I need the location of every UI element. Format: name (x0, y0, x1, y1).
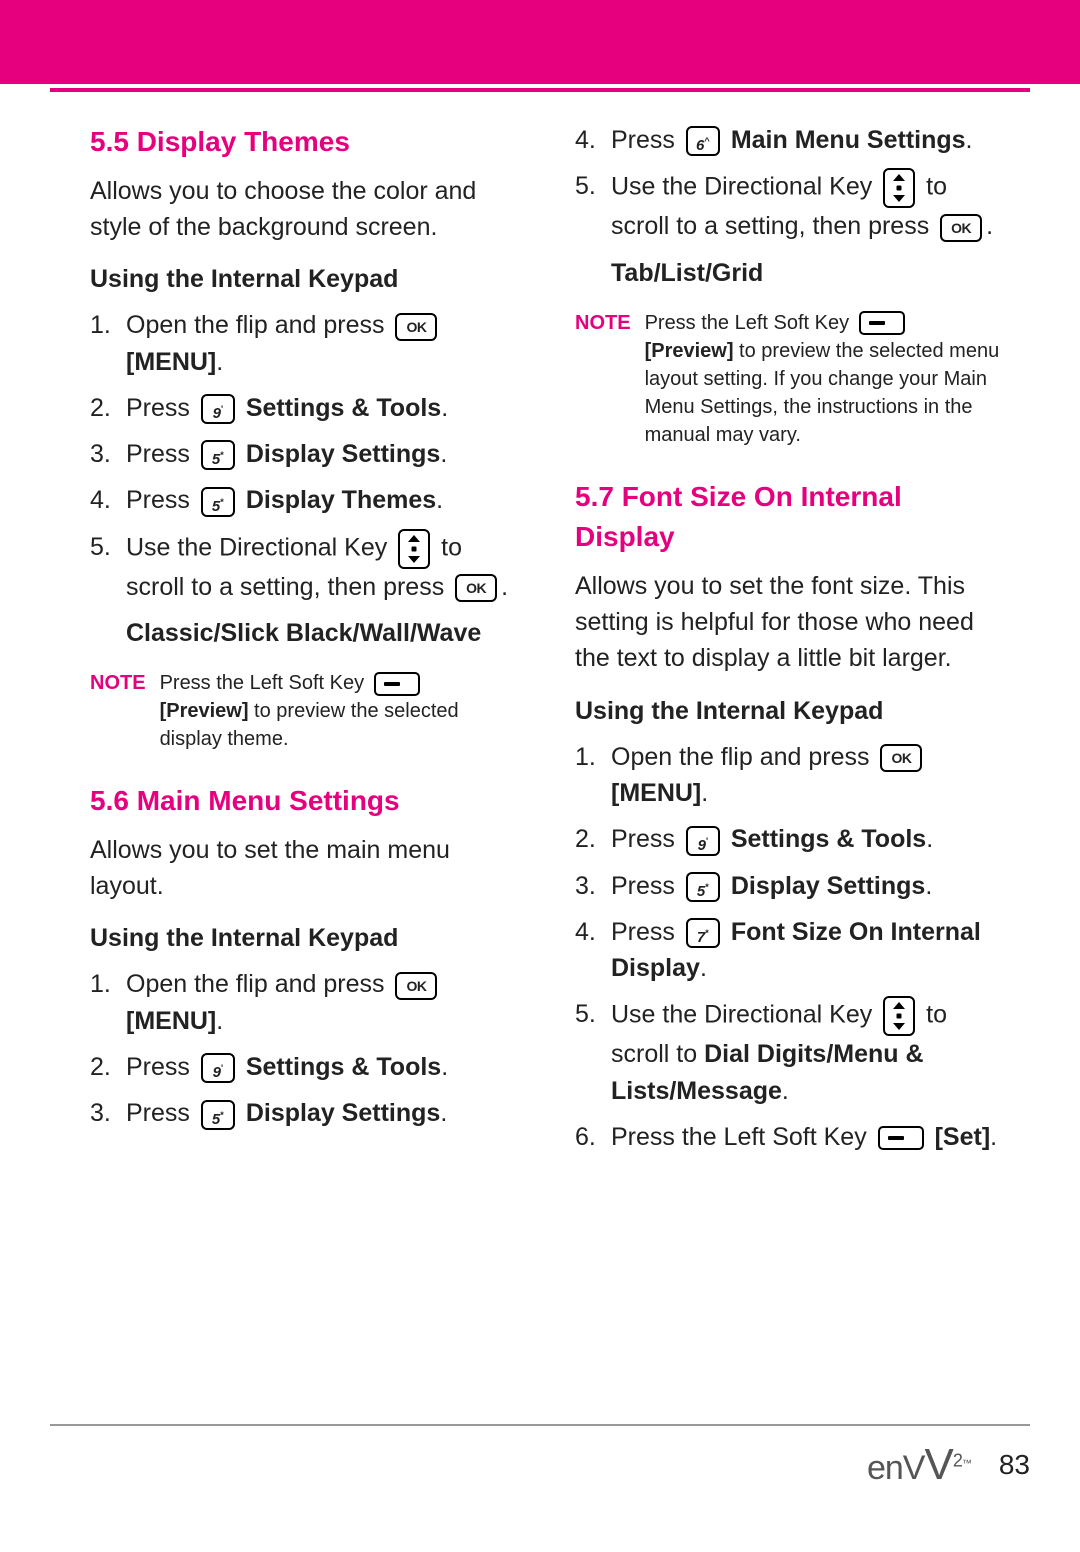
directional-key-icon (883, 168, 915, 208)
ok-icon: OK (395, 313, 437, 341)
step-5-5-4: Press 5* Display Themes. (90, 482, 515, 518)
soft-key-icon (859, 311, 905, 335)
steps-5-5: Open the flip and press OK [MENU]. Press… (90, 307, 515, 605)
directional-key-icon (398, 529, 430, 569)
step-5-5-5: Use the Directional Key to scroll to a s… (90, 529, 515, 605)
step-5-7-3: Press 5* Display Settings. (575, 868, 1000, 904)
ok-icon: OK (940, 214, 982, 242)
note-label: NOTE (575, 309, 631, 449)
text: Press (611, 872, 682, 900)
step-5-5-3: Press 5* Display Settings. (90, 436, 515, 472)
subhead-5-7: Using the Internal Keypad (575, 693, 1000, 729)
heading-font-size: 5.7 Font Size On Internal Display (575, 477, 1000, 558)
env-logo: enVV2™ (867, 1440, 971, 1490)
page-content: 5.5 Display Themes Allows you to choose … (0, 92, 1080, 1162)
text: Press the Left Soft Key (611, 1123, 874, 1151)
menu-label: [MENU] (126, 348, 216, 376)
text: Press (126, 486, 197, 514)
section-5-5: 5.5 Display Themes Allows you to choose … (90, 122, 515, 753)
subhead-5-6: Using the Internal Keypad (90, 920, 515, 956)
key-9-icon: 9' (201, 394, 235, 424)
menu-label: [MENU] (126, 1007, 216, 1035)
main-menu-settings-label: Main Menu Settings (731, 126, 966, 154)
subhead-5-5: Using the Internal Keypad (90, 261, 515, 297)
text: Press (126, 394, 197, 422)
menu-label: [MENU] (611, 779, 701, 807)
ok-icon: OK (880, 744, 922, 772)
key-5-icon: 5* (201, 1100, 235, 1130)
text: Use the Directional Key (126, 533, 394, 561)
header-bar (0, 0, 1080, 84)
display-themes-label: Display Themes (246, 486, 436, 514)
note-text: Press the Left Soft Key [Preview] to pre… (160, 669, 515, 753)
ok-icon: OK (395, 972, 437, 1000)
display-settings-label: Display Settings (246, 440, 441, 468)
settings-tools-label: Settings & Tools (246, 394, 441, 422)
settings-tools-label: Settings & Tools (246, 1053, 441, 1081)
text: Press (611, 126, 682, 154)
text: Press the Left Soft Key (160, 672, 370, 694)
heading-main-menu-settings: 5.6 Main Menu Settings (90, 781, 515, 822)
key-5-icon: 5* (201, 440, 235, 470)
section-5-7: 5.7 Font Size On Internal Display Allows… (575, 477, 1000, 1155)
key-9-icon: 9' (201, 1053, 235, 1083)
step-5-6-1: Open the flip and press OK [MENU]. (90, 966, 515, 1039)
key-7-icon: 7* (686, 918, 720, 948)
steps-5-7: Open the flip and press OK [MENU]. Press… (575, 739, 1000, 1155)
options-5-6: Tab/List/Grid (575, 255, 1000, 291)
text: Use the Directional Key (611, 1001, 879, 1029)
key-5-icon: 5* (686, 872, 720, 902)
text: Press (126, 1053, 197, 1081)
step-5-6-2: Press 9' Settings & Tools. (90, 1049, 515, 1085)
note-5-5: NOTE Press the Left Soft Key [Preview] t… (90, 669, 515, 753)
text: Open the flip and press (126, 970, 391, 998)
heading-display-themes: 5.5 Display Themes (90, 122, 515, 163)
settings-tools-label: Settings & Tools (731, 825, 926, 853)
step-5-7-4: Press 7* Font Size On Internal Display. (575, 914, 1000, 987)
text: Press the Left Soft Key (645, 312, 855, 334)
step-5-6-4: Press 6^ Main Menu Settings. (575, 122, 1000, 158)
text: Use the Directional Key (611, 173, 879, 201)
intro-5-5: Allows you to choose the color and style… (90, 173, 515, 246)
soft-key-icon (374, 672, 420, 696)
display-settings-label: Display Settings (246, 1099, 441, 1127)
text: Open the flip and press (126, 311, 391, 339)
key-6-icon: 6^ (686, 126, 720, 156)
text: Press (611, 918, 682, 946)
options-5-5: Classic/Slick Black/Wall/Wave (90, 615, 515, 651)
page-footer: enVV2™ 83 (50, 1424, 1030, 1490)
page-number: 83 (999, 1449, 1030, 1481)
text: Press (126, 440, 197, 468)
preview-label: [Preview] (160, 700, 249, 722)
intro-5-6: Allows you to set the main menu layout. (90, 832, 515, 905)
ok-icon: OK (455, 574, 497, 602)
key-5-icon: 5* (201, 487, 235, 517)
key-9-icon: 9' (686, 826, 720, 856)
step-5-6-3: Press 5* Display Settings. (90, 1095, 515, 1131)
text: Press (611, 825, 682, 853)
step-5-7-2: Press 9' Settings & Tools. (575, 821, 1000, 857)
step-5-7-6: Press the Left Soft Key [Set]. (575, 1119, 1000, 1155)
display-settings-label: Display Settings (731, 872, 926, 900)
step-5-7-5: Use the Directional Key to scroll to Dia… (575, 996, 1000, 1109)
step-5-6-5: Use the Directional Key to scroll to a s… (575, 168, 1000, 244)
text: Open the flip and press (611, 743, 876, 771)
step-5-5-2: Press 9' Settings & Tools. (90, 390, 515, 426)
soft-key-icon (878, 1126, 924, 1150)
intro-5-7: Allows you to set the font size. This se… (575, 568, 1000, 677)
directional-key-icon (883, 996, 915, 1036)
preview-label: [Preview] (645, 340, 734, 362)
text: Press (126, 1099, 197, 1127)
note-5-6: NOTE Press the Left Soft Key [Preview] t… (575, 309, 1000, 449)
set-label: [Set] (935, 1123, 991, 1151)
note-label: NOTE (90, 669, 146, 753)
step-5-5-1: Open the flip and press OK [MENU]. (90, 307, 515, 380)
note-text: Press the Left Soft Key [Preview] to pre… (645, 309, 1000, 449)
step-5-7-1: Open the flip and press OK [MENU]. (575, 739, 1000, 812)
